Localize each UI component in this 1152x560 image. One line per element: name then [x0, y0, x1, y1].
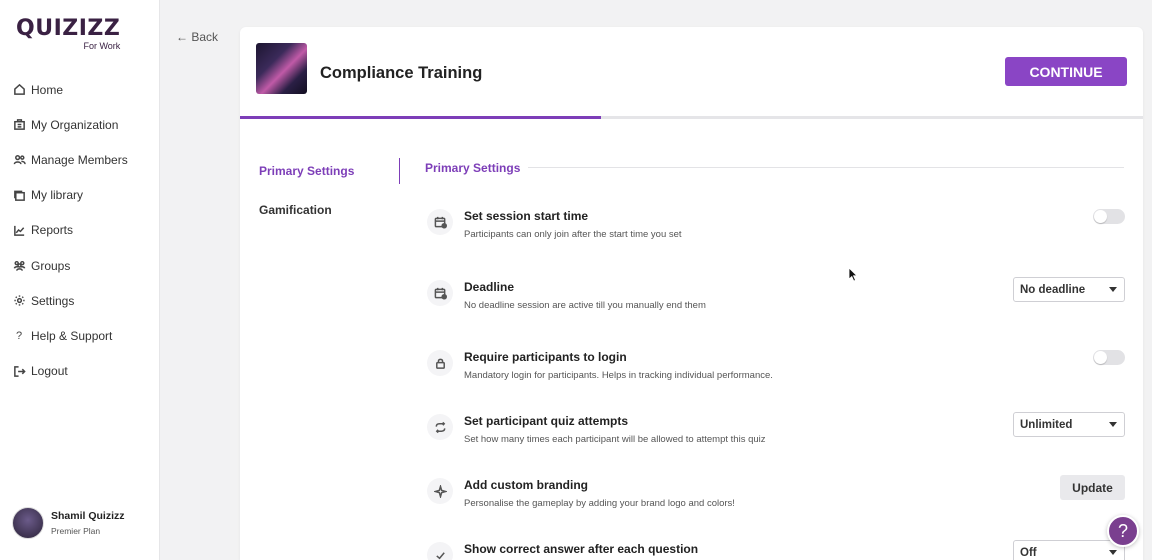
- logo-text: QUIZIZZ: [16, 16, 121, 41]
- quizizz-logo[interactable]: QUIZIZZ For Work: [16, 16, 121, 52]
- sidebar-item-settings[interactable]: Settings: [12, 283, 152, 318]
- repeat-icon: [427, 414, 453, 440]
- update-branding-button[interactable]: Update: [1060, 475, 1125, 500]
- sidebar-item-label: Help & Support: [31, 328, 113, 343]
- sidebar-item-manage-members[interactable]: Manage Members: [12, 142, 152, 177]
- calendar-clock-icon: [427, 209, 453, 235]
- setting-description: Personalise the gameplay by adding your …: [464, 498, 735, 509]
- logo-subtitle: For Work: [83, 41, 121, 51]
- question-icon: ?: [15, 329, 23, 342]
- sidebar-item-logout[interactable]: Logout: [12, 354, 152, 389]
- sidebar-item-reports[interactable]: Reports: [12, 213, 152, 248]
- progress-fill: [240, 116, 602, 119]
- settings-card: Compliance Training CONTINUE Primary Set…: [240, 27, 1143, 560]
- sidebar-item-label: Settings: [31, 293, 75, 308]
- help-button[interactable]: ?: [1107, 515, 1139, 547]
- sidebar-item-my-organization[interactable]: My Organization: [12, 107, 152, 142]
- sidebar-item-label: Reports: [31, 223, 74, 238]
- check-icon: [427, 542, 453, 560]
- tab-primary-settings[interactable]: Primary Settings: [259, 164, 354, 178]
- setting-title: Add custom branding: [464, 478, 588, 492]
- setting-description: No deadline session are active till you …: [464, 300, 706, 311]
- back-link[interactable]: ← Back: [176, 30, 218, 44]
- require-login-toggle[interactable]: [1093, 350, 1125, 365]
- organization-icon: [12, 118, 26, 132]
- session-start-toggle[interactable]: [1093, 209, 1125, 224]
- user-name: Shamil Quizizz: [51, 510, 125, 522]
- select-value: Off: [1020, 546, 1037, 559]
- mouse-cursor-icon: [848, 267, 858, 282]
- avatar: [12, 507, 44, 539]
- setting-title: Deadline: [464, 280, 515, 294]
- library-icon: [12, 188, 26, 202]
- sidebar-item-label: Manage Members: [31, 152, 128, 167]
- setting-description: Participants can only join after the sta…: [464, 229, 682, 240]
- logout-icon: [12, 364, 26, 378]
- card-header: Compliance Training CONTINUE: [240, 27, 1143, 119]
- user-profile[interactable]: Shamil Quizizz Premier Plan: [12, 507, 125, 539]
- reports-icon: [12, 223, 26, 237]
- sidebar-item-label: Groups: [31, 258, 71, 273]
- setting-title: Set participant quiz attempts: [464, 414, 629, 428]
- sidebar-item-label: My library: [31, 188, 84, 203]
- select-value: Unlimited: [1020, 418, 1073, 431]
- quiz-thumbnail: [256, 43, 307, 94]
- sidebar-item-groups[interactable]: Groups: [12, 248, 152, 283]
- caret-down-icon: [1109, 550, 1117, 555]
- tab-divider: [399, 158, 400, 184]
- user-plan: Premier Plan: [51, 526, 101, 536]
- attempts-select[interactable]: Unlimited: [1013, 412, 1125, 437]
- gear-icon: [12, 294, 26, 308]
- sidebar-item-help-support[interactable]: ? Help & Support: [12, 318, 152, 353]
- members-icon: [12, 153, 26, 167]
- setting-title: Show correct answer after each question: [464, 542, 699, 556]
- groups-icon: [12, 259, 26, 273]
- setting-title: Set session start time: [464, 209, 589, 223]
- sidebar: QUIZIZZ For Work Home My Organization Ma…: [0, 0, 160, 560]
- setting-description: Mandatory login for participants. Helps …: [464, 370, 773, 381]
- sidebar-item-label: Logout: [31, 364, 68, 379]
- sidebar-item-label: My Organization: [31, 117, 119, 132]
- show-correct-answer-select[interactable]: Off: [1013, 540, 1125, 560]
- continue-button[interactable]: CONTINUE: [1005, 57, 1127, 86]
- caret-down-icon: [1109, 422, 1117, 427]
- progress-bar: [240, 116, 1143, 119]
- sidebar-item-home[interactable]: Home: [12, 72, 152, 107]
- page-title: Compliance Training: [320, 64, 483, 82]
- deadline-select[interactable]: No deadline: [1013, 277, 1125, 302]
- setting-description: Set how many times each participant will…: [464, 434, 766, 445]
- section-title: Primary Settings: [425, 161, 521, 175]
- calendar-clock-icon: [427, 280, 453, 306]
- tab-gamification[interactable]: Gamification: [259, 203, 332, 217]
- sparkle-icon: [427, 478, 453, 504]
- sidebar-item-label: Home: [31, 82, 64, 97]
- sidebar-item-my-library[interactable]: My library: [12, 178, 152, 213]
- lock-icon: [427, 350, 453, 376]
- setting-title: Require participants to login: [464, 350, 627, 364]
- caret-down-icon: [1109, 287, 1117, 292]
- section-divider: [528, 167, 1124, 168]
- home-icon: [12, 83, 26, 97]
- select-value: No deadline: [1020, 283, 1086, 296]
- sidebar-nav: Home My Organization Manage Members My l…: [12, 72, 152, 389]
